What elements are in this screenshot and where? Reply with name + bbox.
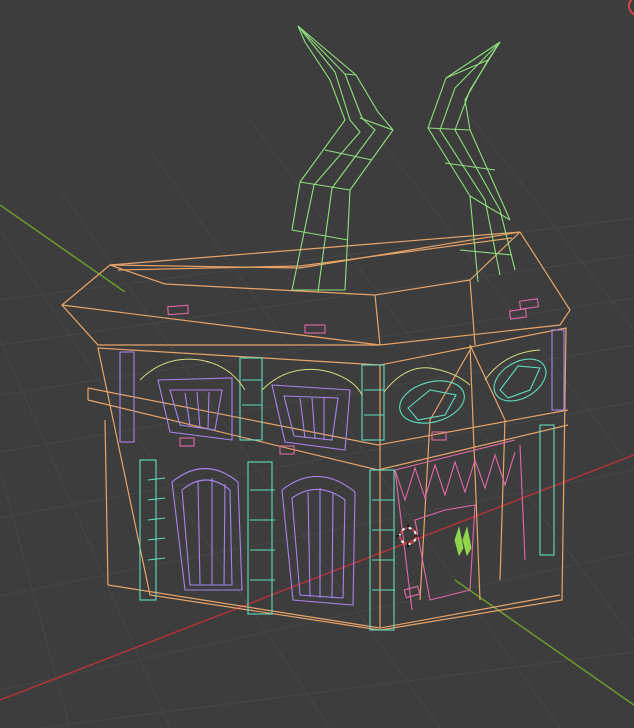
lower-window-left[interactable] (171, 468, 243, 591)
viewport-canvas[interactable] (0, 0, 634, 728)
pillars-mesh[interactable] (119, 329, 565, 631)
roof-mesh[interactable] (61, 231, 571, 346)
right-horn-mesh[interactable] (427, 41, 516, 283)
3d-viewport[interactable] (0, 0, 634, 728)
floor-grid (0, 89, 634, 728)
y-axis-line (0, 204, 126, 293)
y-axis-line-front (454, 579, 634, 706)
lower-window-right[interactable] (281, 475, 356, 606)
left-horn-mesh[interactable] (291, 25, 394, 293)
door-handles[interactable] (454, 526, 472, 557)
view-gizmo-edge-icon[interactable] (628, 0, 634, 16)
